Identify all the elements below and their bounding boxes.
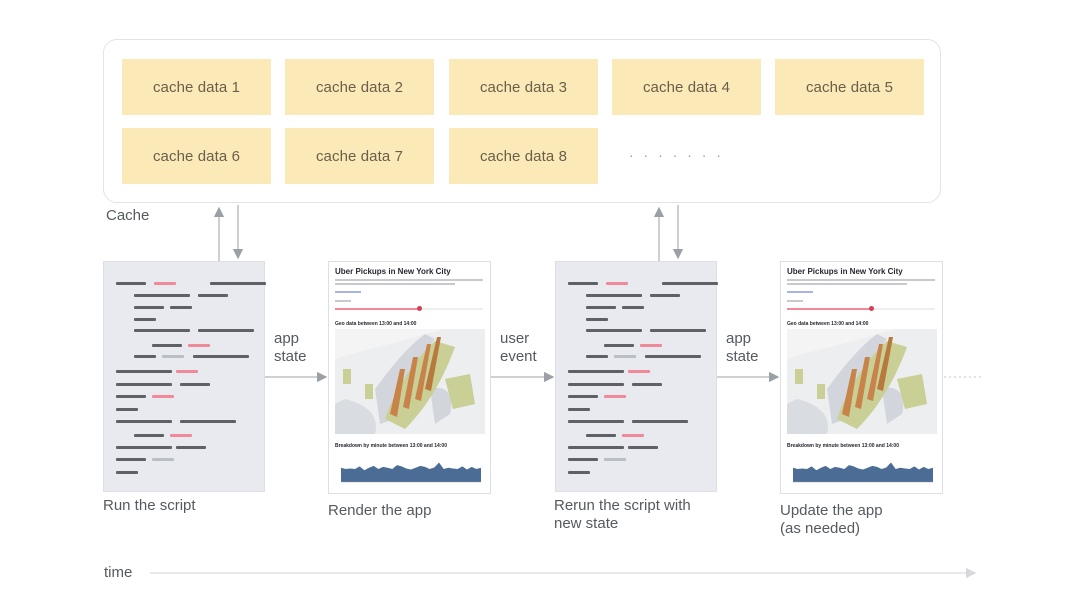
arrows-layer <box>150 205 984 579</box>
